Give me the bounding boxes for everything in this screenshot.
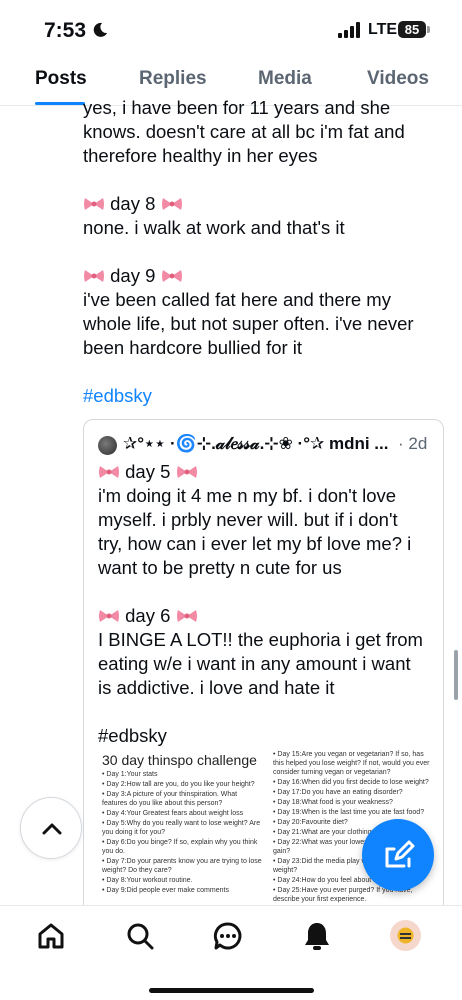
post-line: whole life, but not super often. i've ne… [83,313,414,334]
image-item: • Day 18:What food is your weakness? [273,799,393,806]
quoted-post-time: · 2d [398,434,428,453]
bow-icon [99,610,119,622]
post-line: i've been called fat here and there my [83,289,391,310]
quote-line: try, how can i ever let my bf love me? i [98,533,412,554]
bow-icon [176,466,197,478]
chat-icon[interactable] [212,920,244,952]
quote-line: i'm doing it 4 me n my bf. i don't love [98,485,397,506]
image-item: • Day 17:Do you have an eating disorder? [273,789,403,796]
post-line: none. i walk at work and that's it [83,217,345,238]
quoted-post-body: day 5 i'm doing it 4 me n my bf. i don't… [98,460,433,772]
day6-heading-row: day 6 [98,604,433,628]
image-item: • Day 1:Your stats [102,771,158,778]
image-item: • Day 9:Did people ever make comments [102,887,229,894]
tab-replies[interactable]: Replies [139,68,207,90]
battery-indicator: 85 [398,21,426,38]
moon-icon [93,22,107,37]
quote-hashtag[interactable]: #edbsky [98,724,433,748]
avatar-image [397,927,414,944]
image-item: • Day 5:Why do you really want to lose w… [102,820,261,836]
signal-icon [338,22,360,38]
status-time: 7:53 [44,19,87,42]
quote-line: myself. i prbly never will. but if i don… [98,509,398,530]
compose-icon [385,840,415,868]
day8-heading-row: day 8 [83,192,438,216]
day8-heading: day 8 [110,193,156,214]
quote-day5: day 5 i'm doing it 4 me n my bf. i don't… [98,460,433,580]
search-icon[interactable] [124,920,156,952]
home-icon[interactable] [35,920,67,952]
battery-tip [427,26,430,33]
chevron-up-icon [42,823,62,835]
image-item: • Day 19:When is the last time you ate f… [273,809,425,816]
day6-heading: day 6 [125,605,171,626]
post-day9: day 9 i've been called fat here and ther… [83,264,438,360]
post-day8: day 8 none. i walk at work and that's it [83,192,438,240]
bottom-nav [0,905,462,1000]
compose-button[interactable] [362,819,434,891]
tab-posts[interactable]: Posts [35,68,87,90]
home-indicator [149,988,314,993]
quote-day6: day 6 I BINGE A LOT!! the euphoria i get… [98,604,433,700]
bow-icon [84,270,104,282]
image-item: • Day 3:A picture of your thinspiration.… [102,791,238,807]
image-item: • Day 16:When did you first decide to lo… [273,779,429,786]
image-left-column: • Day 1:Your stats • Day 2:How tall are … [102,770,262,896]
image-item: • Day 8:Your workout routine. [102,877,193,884]
post-hashtag[interactable]: #edbsky [83,384,438,408]
image-item: • Day 15:Are you vegan or vegetarian? If… [273,751,430,776]
scrollbar[interactable] [454,650,458,700]
day5-heading-row: day 5 [98,460,433,484]
bow-icon [161,198,182,210]
bow-icon [176,610,197,622]
quote-line: is addictive. i love and hate it [98,677,335,698]
bow-icon [99,466,119,478]
quoted-author-name[interactable]: ✰°⋆⋆ ·🌀⊹.𝒶𝓁𝑒𝓈𝓈𝒶.⊹❀ ·°✰ mdni ... [123,434,393,454]
image-item: • Day 4:Your Greatest fears about weight… [102,810,244,817]
scroll-to-top-button[interactable] [20,797,82,859]
bow-icon [84,198,104,210]
tab-videos[interactable]: Videos [367,68,429,90]
post-line: yes, i have been for 11 years and she [83,97,391,118]
profile-avatar[interactable] [390,920,421,951]
image-item: • Day 7:Do your parents know you are try… [102,858,262,874]
day9-heading-row: day 9 [83,264,438,288]
quote-line: I BINGE A LOT!! the euphoria i get from [98,629,423,650]
day5-heading: day 5 [125,461,171,482]
bow-icon [161,270,182,282]
quote-line: want to be pretty n cute for us [98,557,342,578]
tab-media[interactable]: Media [258,68,312,90]
bell-icon[interactable] [301,920,333,952]
post-line: knows. doesn't care at all bc i'm fat an… [83,121,405,142]
quoted-author-avatar[interactable] [98,436,117,455]
post-intro: yes, i have been for 11 years and she kn… [83,96,438,168]
active-tab-indicator [35,102,85,105]
quoted-post-header: ✰°⋆⋆ ·🌀⊹.𝒶𝓁𝑒𝓈𝓈𝒶.⊹❀ ·°✰ mdni ... · 2d [98,434,438,458]
quote-line: eating w/e i want in any amount i want [98,653,411,674]
image-title: 30 day thinspo challenge [102,752,257,768]
image-item: • Day 6:Do you binge? If so, explain why… [102,839,258,855]
network-label: LTE [368,21,398,38]
post-body: yes, i have been for 11 years and she kn… [83,96,438,432]
image-item: • Day 2:How tall are you, do you like yo… [102,781,255,788]
status-bar: 7:53 LTE 85 [0,0,462,58]
post-line: been hardcore bullied for it [83,337,303,358]
day9-heading: day 9 [110,265,156,286]
post-line: therefore healthy in her eyes [83,145,318,166]
